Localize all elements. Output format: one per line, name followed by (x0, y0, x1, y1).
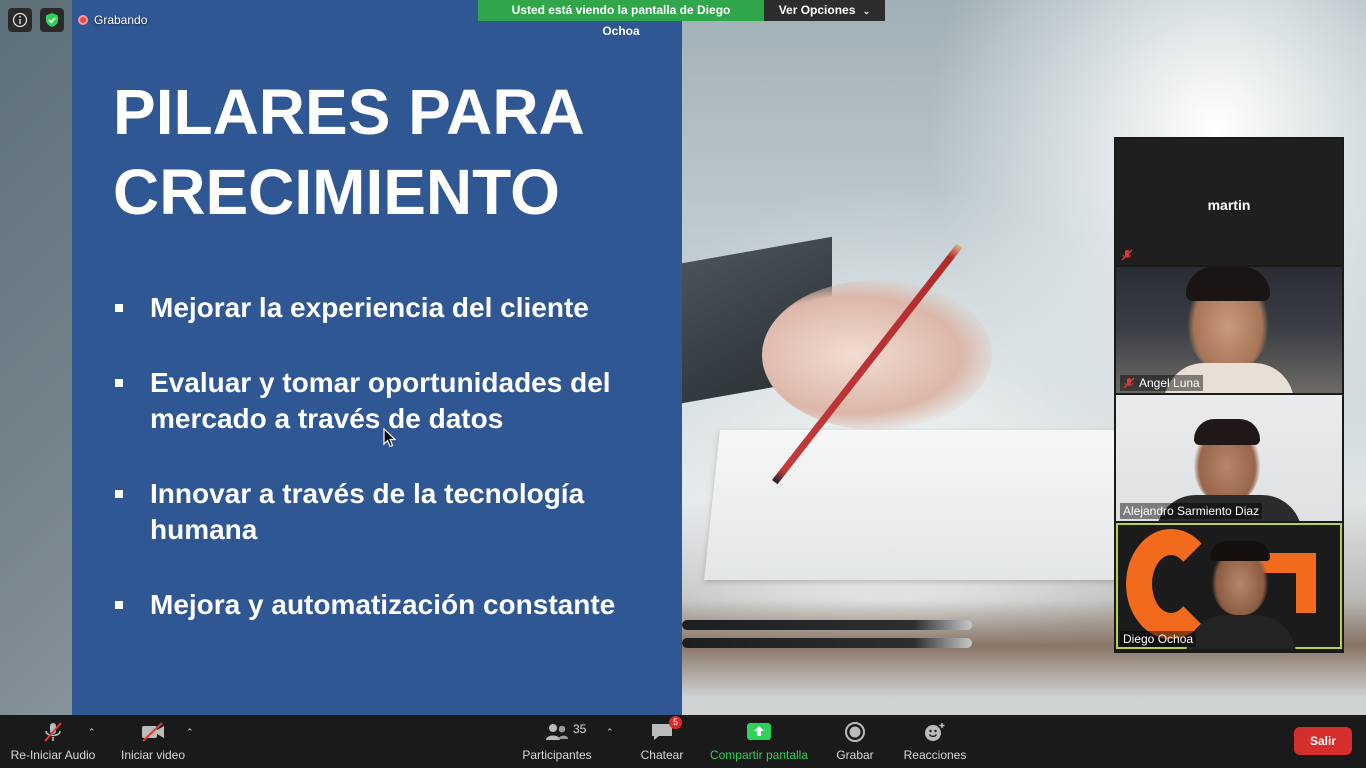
photo-paper (704, 430, 1150, 580)
participant-label: Alejandro Sarmiento Diaz (1120, 503, 1263, 519)
slide-panel: PILARES PARA CRECIMIENTO Mejorar la expe… (72, 0, 682, 715)
audio-button-label: Re-Iniciar Audio (10, 748, 96, 762)
video-button[interactable]: Iniciar video (118, 715, 188, 768)
participants-options-caret-icon[interactable]: ⌃ (606, 727, 614, 738)
participant-gallery: martin Angel Luna Alejandro Sarmiento Di… (1114, 137, 1344, 653)
participant-label: Diego Ochoa (1120, 631, 1197, 647)
screen-share-banner: Usted está viendo la pantalla de Diego O… (478, 0, 885, 38)
slide-bullet-list: Mejorar la experiencia del cliente Evalu… (113, 290, 673, 662)
slide-bullet-text: Evaluar y tomar oportunidades del mercad… (150, 367, 611, 434)
shield-icon (46, 13, 58, 27)
video-button-label: Iniciar video (120, 748, 186, 762)
record-button[interactable]: Grabar (832, 715, 878, 768)
share-screen-icon (745, 720, 773, 744)
chat-button[interactable]: 5 Chatear (636, 715, 688, 768)
audio-button[interactable]: Re-Iniciar Audio (10, 715, 96, 768)
participants-count: 35 (573, 722, 587, 736)
muted-mic-icon (1121, 249, 1133, 261)
chat-button-label: Chatear (640, 748, 684, 762)
leave-meeting-button[interactable]: Salir (1294, 727, 1352, 755)
participant-tile[interactable]: martin (1116, 139, 1342, 265)
info-icon (12, 12, 28, 28)
record-button-label: Grabar (836, 748, 874, 762)
participant-name: Diego Ochoa (1123, 632, 1194, 646)
reactions-button-label: Reacciones (903, 748, 967, 762)
bullet-square-icon (115, 601, 123, 609)
chevron-down-icon: ⌄ (862, 6, 871, 16)
meeting-info-button[interactable] (8, 8, 32, 32)
slide-bullet: Mejorar la experiencia del cliente (113, 290, 673, 326)
participants-icon: 35 (543, 720, 586, 744)
reactions-button[interactable]: Reacciones (902, 715, 968, 768)
recording-label: Grabando (94, 13, 148, 27)
video-options-caret-icon[interactable]: ⌃ (186, 727, 194, 738)
chat-unread-badge: 5 (669, 716, 682, 729)
participant-tile[interactable]: Alejandro Sarmiento Diaz (1116, 395, 1342, 521)
view-options-label: Ver Opciones (778, 3, 856, 17)
slide-title: PILARES PARA CRECIMIENTO (113, 76, 585, 228)
view-options-button[interactable]: Ver Opciones ⌄ (764, 0, 885, 21)
bullet-square-icon (115, 304, 123, 312)
participant-label: Angel Luna (1120, 375, 1203, 391)
photo-pen (682, 620, 972, 630)
muted-mic-icon (39, 720, 67, 744)
audio-options-caret-icon[interactable]: ⌃ (88, 727, 96, 738)
chat-icon: 5 (648, 716, 682, 744)
slide-bullet: Mejora y automatización constante (113, 587, 673, 623)
share-screen-button[interactable]: Compartir pantalla (706, 715, 812, 768)
viewing-screen-text: Usted está viendo la pantalla de Diego O… (478, 0, 764, 38)
participant-tile-active-speaker[interactable]: Diego Ochoa (1116, 523, 1342, 649)
mouse-cursor-icon (383, 428, 396, 448)
bullet-square-icon (115, 379, 123, 387)
shared-screen: PILARES PARA CRECIMIENTO Mejorar la expe… (0, 0, 1366, 715)
slide-bullet-text: Mejora y automatización constante (150, 589, 616, 620)
bullet-square-icon (115, 490, 123, 498)
participant-name: Alejandro Sarmiento Diaz (1123, 504, 1260, 518)
muted-mic-icon (1123, 377, 1135, 389)
participant-name: Angel Luna (1139, 376, 1200, 390)
slide-bullet-text: Innovar a través de la tecnología humana (150, 478, 585, 545)
video-off-icon (139, 720, 167, 744)
recording-indicator[interactable]: Grabando (78, 13, 147, 27)
meeting-toolbar: Re-Iniciar Audio ⌃ Iniciar video ⌃ 35 Pa… (0, 715, 1366, 768)
participants-button[interactable]: 35 Participantes (520, 715, 594, 768)
slide-bullet: Evaluar y tomar oportunidades del mercad… (113, 365, 673, 437)
participant-name: martin (1207, 197, 1251, 213)
emoji-icon (921, 720, 949, 744)
participants-button-label: Participantes (522, 748, 592, 762)
participant-tile[interactable]: Angel Luna (1116, 267, 1342, 393)
slide-bullet: Innovar a través de la tecnología humana (113, 476, 673, 548)
security-button[interactable] (40, 8, 64, 32)
share-screen-label: Compartir pantalla (709, 748, 809, 762)
record-icon (841, 720, 869, 744)
slide-bullet-text: Mejorar la experiencia del cliente (150, 292, 589, 323)
recording-dot-icon (78, 15, 88, 25)
photo-pen (682, 638, 972, 648)
